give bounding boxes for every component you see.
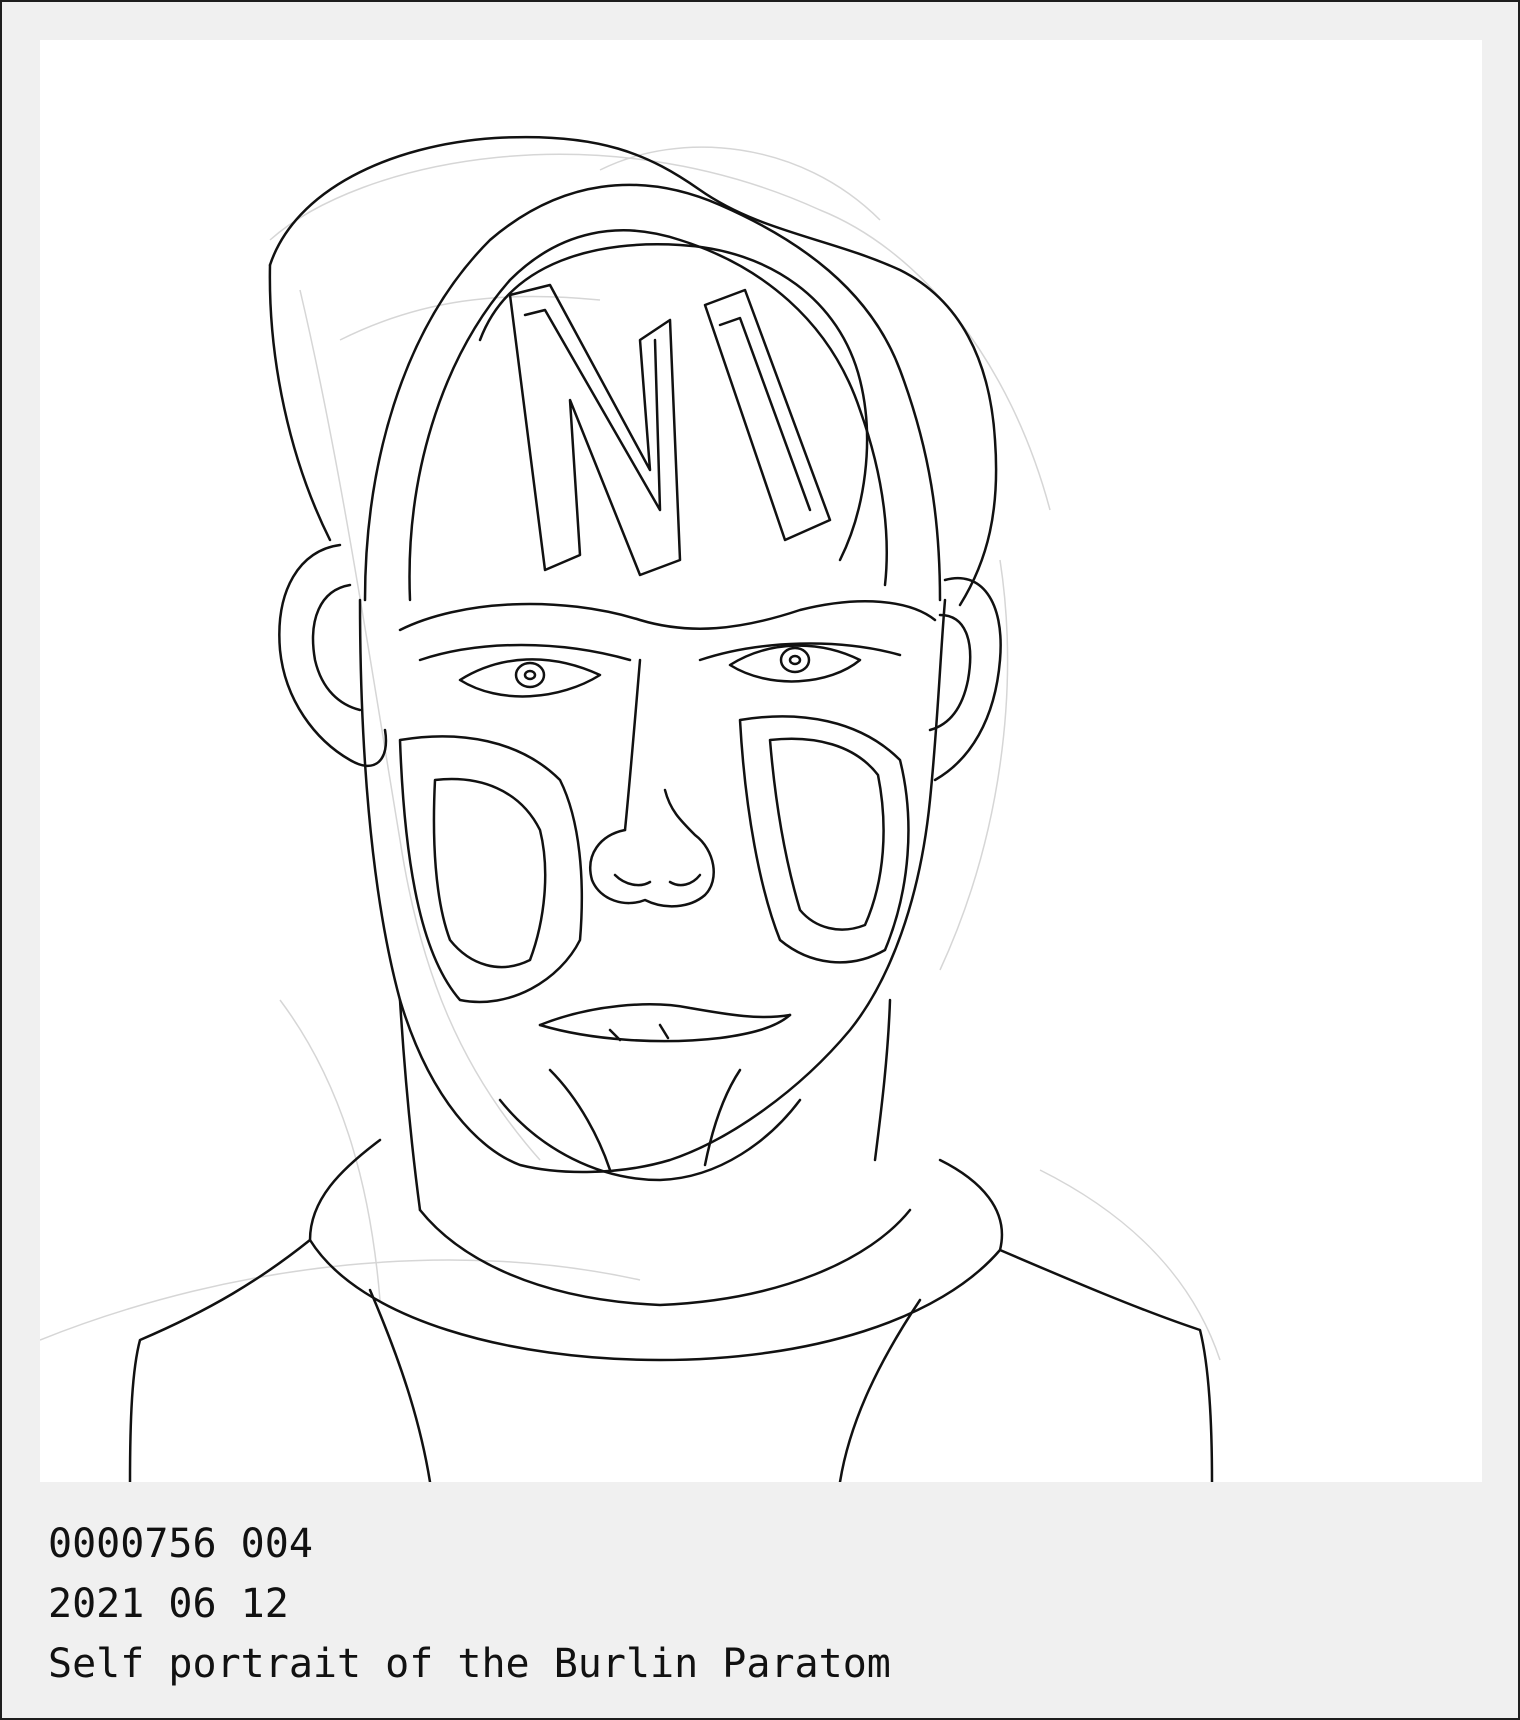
left-pupil bbox=[523, 669, 537, 681]
artwork-date: 2021 06 12 bbox=[48, 1581, 289, 1627]
collar bbox=[418, 1208, 912, 1307]
left-cheek-panel-inner bbox=[432, 777, 547, 969]
left-ear-inner bbox=[311, 583, 362, 712]
neck-right bbox=[873, 998, 892, 1162]
mouth-top bbox=[538, 1003, 792, 1027]
mask-i-letter bbox=[703, 288, 832, 542]
shoulder-left bbox=[128, 1238, 312, 1482]
hair-inner-band-2 bbox=[408, 229, 888, 602]
chin-panel bbox=[548, 1068, 742, 1172]
mouth-teeth bbox=[608, 1023, 670, 1042]
mouth-bottom bbox=[538, 1013, 792, 1043]
nostril-right bbox=[668, 873, 702, 887]
face-outline bbox=[358, 598, 947, 1174]
nose-bridge bbox=[623, 658, 642, 832]
portrait-lines bbox=[128, 135, 1214, 1482]
shoulder-right bbox=[998, 1248, 1214, 1482]
mask-n-letter bbox=[508, 283, 682, 577]
nostril-left bbox=[613, 873, 652, 887]
shirt-fold-left bbox=[368, 1288, 432, 1482]
polaroid-frame: 0000756 004 2021 06 12 Self portrait of … bbox=[0, 0, 1520, 1720]
nose bbox=[589, 788, 715, 908]
right-cheek-panel-inner bbox=[768, 737, 885, 931]
brow-band-lower bbox=[418, 642, 902, 662]
artwork-id: 0000756 004 bbox=[48, 1521, 313, 1567]
left-iris bbox=[514, 661, 546, 689]
brow-band bbox=[398, 600, 937, 632]
portrait-artwork bbox=[40, 40, 1482, 1482]
collar-inner bbox=[308, 1138, 1004, 1362]
hair-left-edge bbox=[268, 263, 332, 542]
chin-outline bbox=[498, 1098, 802, 1182]
right-iris bbox=[779, 646, 811, 674]
artwork-title: Self portrait of the Burlin Paratom bbox=[48, 1641, 891, 1687]
shirt-fold-right bbox=[838, 1298, 922, 1482]
portrait-line-drawing bbox=[40, 135, 1221, 1482]
right-pupil bbox=[788, 654, 802, 666]
caption-block: 0000756 004 2021 06 12 Self portrait of … bbox=[48, 1514, 891, 1694]
